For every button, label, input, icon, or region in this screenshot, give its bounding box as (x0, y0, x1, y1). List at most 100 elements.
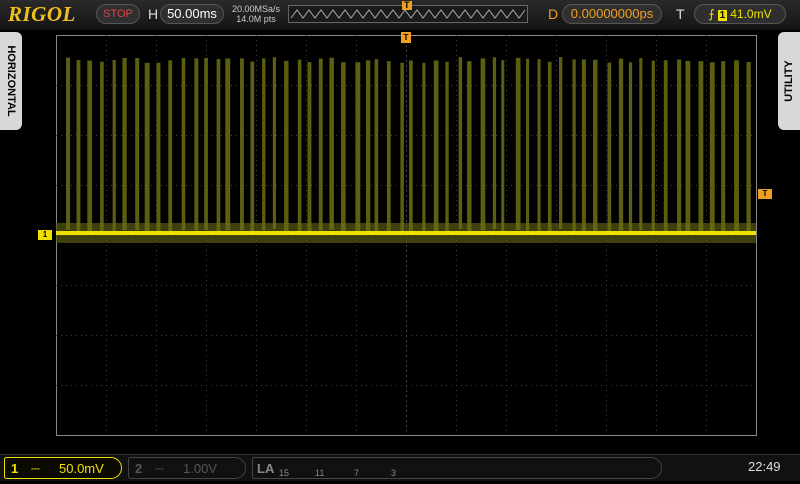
ch1-pulse (355, 62, 361, 235)
ch1-pulse (581, 59, 586, 232)
ch1-pulse (100, 61, 104, 234)
channel-2-number: 2 (135, 461, 143, 476)
ch1-pulse (366, 60, 371, 233)
ch1-pulse (663, 60, 668, 233)
ch1-offset-marker[interactable]: 1 (38, 230, 52, 240)
tab-horizontal[interactable]: HORIZONTAL (0, 32, 22, 130)
tab-horizontal-label: HORIZONTAL (5, 45, 17, 117)
ch1-pulse (194, 58, 199, 231)
ch1-pulse (409, 60, 413, 233)
ch1-pulse (734, 60, 739, 233)
ch1-pulse (262, 58, 266, 231)
ch1-pulse (433, 60, 439, 233)
trigger-level-marker[interactable]: T (758, 189, 772, 199)
memory-overview-wave (290, 9, 526, 19)
la-label: LA (257, 461, 275, 476)
ch1-pulse (225, 58, 231, 231)
system-clock: 22:49 (748, 459, 781, 474)
memory-navigator[interactable]: T (288, 1, 528, 23)
tab-utility-label: UTILITY (783, 60, 795, 102)
ch1-pulse (272, 57, 276, 230)
top-status-bar: RIGOL STOP H 50.00ms 20.00MSa/s 14.0M pt… (0, 0, 800, 30)
ch1-pulse (445, 61, 449, 234)
ch1-pulse (677, 59, 682, 232)
sample-info: 20.00MSa/s 14.0M pts (228, 4, 284, 24)
dc-coupling-icon: ⎓ (31, 463, 40, 475)
ch1-pulse (284, 60, 289, 233)
ch1-pulse (374, 59, 379, 232)
ch1-pulse (122, 57, 127, 230)
la-group-3: 3 (391, 468, 397, 478)
ch1-pulse (593, 59, 598, 232)
channel-1-scale: 50.0mV (59, 461, 104, 476)
ch1-pulse (341, 62, 346, 235)
trigger-label: T (676, 6, 685, 22)
ch1-pulse (698, 61, 704, 234)
ch1-pulse (168, 60, 173, 233)
ch1-pulse (307, 62, 312, 235)
ch1-pulse (572, 59, 576, 232)
ch1-pulse (112, 59, 116, 232)
la-group-11: 11 (315, 468, 325, 478)
ch1-pulse (547, 61, 552, 234)
memory-trigger-marker: T (402, 0, 412, 10)
ch1-pulse (181, 58, 186, 231)
logic-analyzer-box[interactable]: LA 15 11 7 3 (252, 457, 662, 479)
ch1-pulse (76, 60, 81, 233)
ch1-pulse (537, 59, 541, 232)
ch1-pulse (480, 58, 486, 231)
ch1-pulse (400, 62, 404, 235)
sample-rate: 20.00MSa/s (231, 4, 281, 14)
memory-depth: 14.0M pts (236, 14, 276, 24)
ch1-pulse (144, 62, 150, 235)
ch1-pulse (607, 62, 612, 235)
trigger-settings[interactable]: ⨍ 1 41.0mV (694, 4, 786, 24)
ch1-pulse (526, 58, 530, 231)
ch1-pulse (386, 61, 391, 234)
timebase-value[interactable]: 50.00ms (160, 4, 224, 24)
ch1-pulse (685, 60, 691, 233)
channel-2-box[interactable]: 2 ⎓ 1.00V (128, 457, 246, 479)
horizontal-label: H (148, 6, 159, 22)
waveform-display[interactable] (56, 35, 757, 436)
channel-1-number: 1 (11, 461, 19, 476)
ch1-pulse (639, 58, 643, 231)
channel-1-box[interactable]: 1 ⎓ 50.0mV (4, 457, 122, 479)
ch1-pulse (515, 57, 521, 230)
ch1-pulse (746, 61, 751, 234)
ch1-pulse (559, 57, 563, 230)
channel-2-scale: 1.00V (183, 461, 217, 476)
la-group-15: 15 (279, 468, 290, 478)
trigger-position-marker[interactable]: T (401, 32, 411, 43)
ch1-pulse (618, 58, 624, 231)
ch1-pulse (240, 58, 244, 231)
ch1-pulse (318, 58, 323, 231)
ch1-pulse (156, 62, 161, 235)
la-group-7: 7 (354, 468, 360, 478)
ch1-pulse (329, 57, 334, 230)
ch1-pulse (628, 62, 633, 235)
tab-utility[interactable]: UTILITY (778, 32, 800, 130)
ch1-pulse (66, 57, 71, 230)
ch1-pulse (458, 57, 463, 230)
trigger-level: 41.0mV (730, 7, 772, 21)
delay-label: D (548, 6, 559, 22)
run-stop-status[interactable]: STOP (96, 4, 140, 24)
ch1-pulse (501, 60, 505, 233)
ch1-pulse (87, 60, 93, 233)
ch1-pulse (204, 57, 208, 230)
ch1-pulse (216, 59, 221, 232)
ch1-pulse (135, 58, 140, 231)
ch1-pulse (422, 62, 426, 235)
ch1-pulse (721, 61, 726, 234)
trigger-source-badge: 1 (717, 10, 728, 21)
brand-logo: RIGOL (8, 2, 76, 26)
rising-edge-icon: ⨍ (708, 7, 715, 21)
ch1-pulse (709, 62, 715, 235)
dc-coupling-icon: ⎓ (155, 463, 164, 475)
delay-value[interactable]: 0.00000000ps (562, 4, 662, 24)
ch1-pulse (250, 61, 255, 234)
ch1-pulse (651, 60, 655, 233)
bottom-channel-bar: 1 ⎓ 50.0mV 2 ⎓ 1.00V LA 15 11 7 3 22:49 (0, 454, 800, 481)
ch1-pulse (297, 59, 302, 232)
